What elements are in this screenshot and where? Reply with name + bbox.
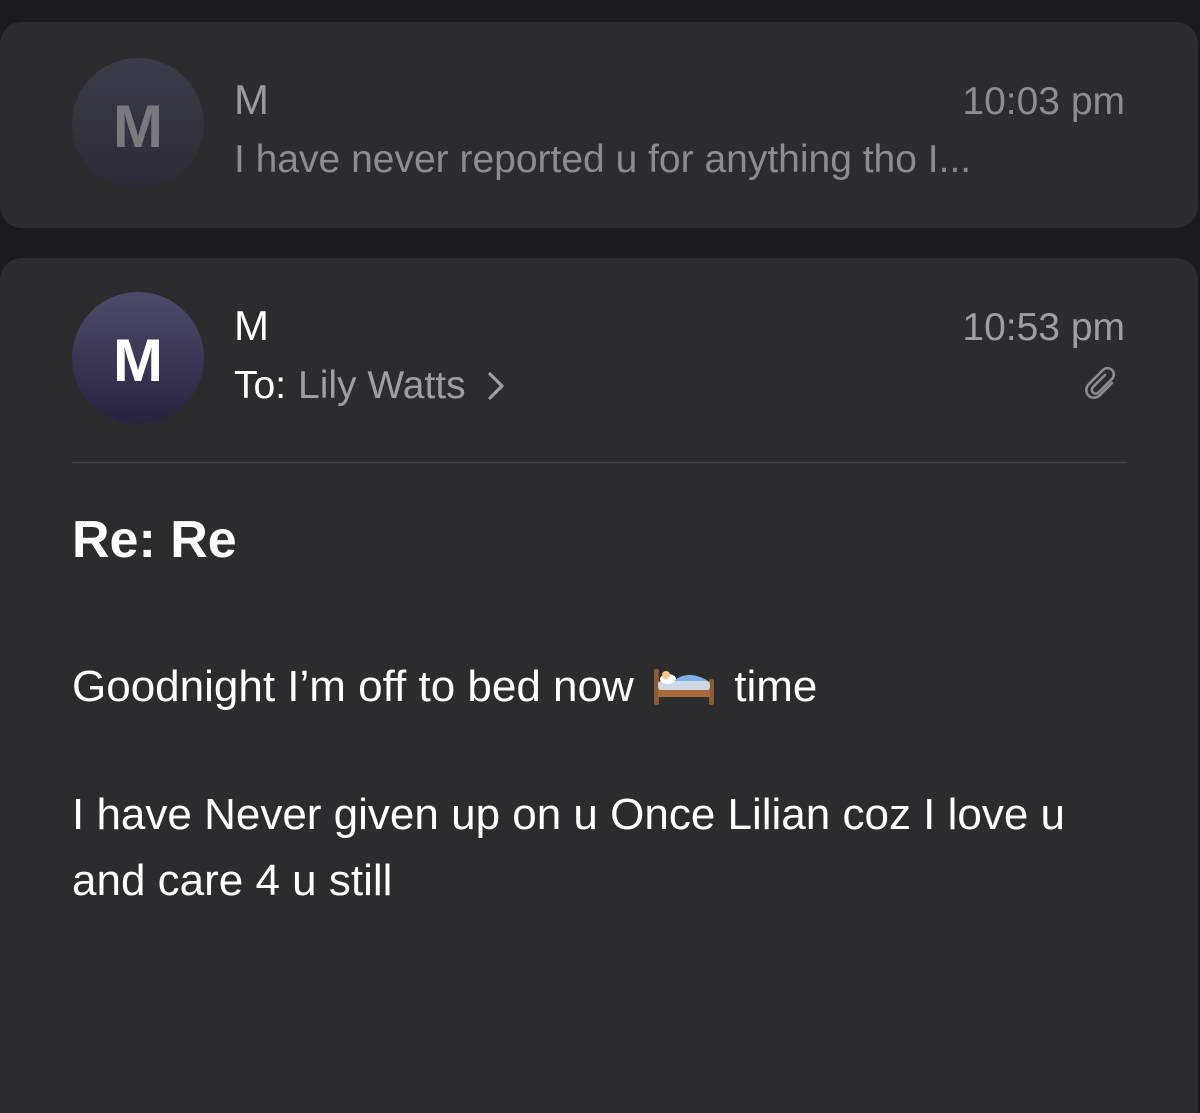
- recipient-row[interactable]: To: Lily Watts: [234, 364, 514, 408]
- message-preview: I have never reported u for anything tho…: [234, 138, 972, 181]
- paperclip-icon[interactable]: [1082, 366, 1122, 406]
- message-time: 10:53 pm: [962, 306, 1125, 349]
- bed-emoji-icon: [654, 669, 715, 705]
- message-time: 10:03 pm: [962, 80, 1125, 123]
- body-text: time: [734, 662, 818, 711]
- avatar[interactable]: M: [72, 292, 204, 424]
- chevron-right-icon[interactable]: [478, 368, 514, 404]
- expanded-message-card: M M 10:53 pm To: Lily Watts Re: Re Goodn…: [0, 258, 1198, 1113]
- body-paragraph: Goodnight I’m off to bed now time: [72, 654, 1072, 720]
- to-label: To:: [234, 364, 287, 407]
- header-divider: [72, 462, 1127, 463]
- body-paragraph: I have Never given up on u Once Lilian c…: [72, 790, 1066, 905]
- email-thread: M M 10:03 pm I have never reported u for…: [0, 0, 1200, 1113]
- sender-name: M: [234, 76, 269, 123]
- body-text: Goodnight I’m off to bed now: [72, 662, 634, 711]
- avatar-initial: M: [113, 326, 163, 394]
- avatar: M: [72, 58, 204, 190]
- message-subject: Re: Re: [72, 511, 237, 569]
- avatar-initial: M: [113, 92, 163, 160]
- recipient-name[interactable]: Lily Watts: [298, 364, 466, 408]
- sender-name[interactable]: M: [234, 302, 269, 350]
- collapsed-message-card[interactable]: M M 10:03 pm I have never reported u for…: [0, 22, 1198, 228]
- message-body: Goodnight I’m off to bed now time I have…: [72, 654, 1072, 976]
